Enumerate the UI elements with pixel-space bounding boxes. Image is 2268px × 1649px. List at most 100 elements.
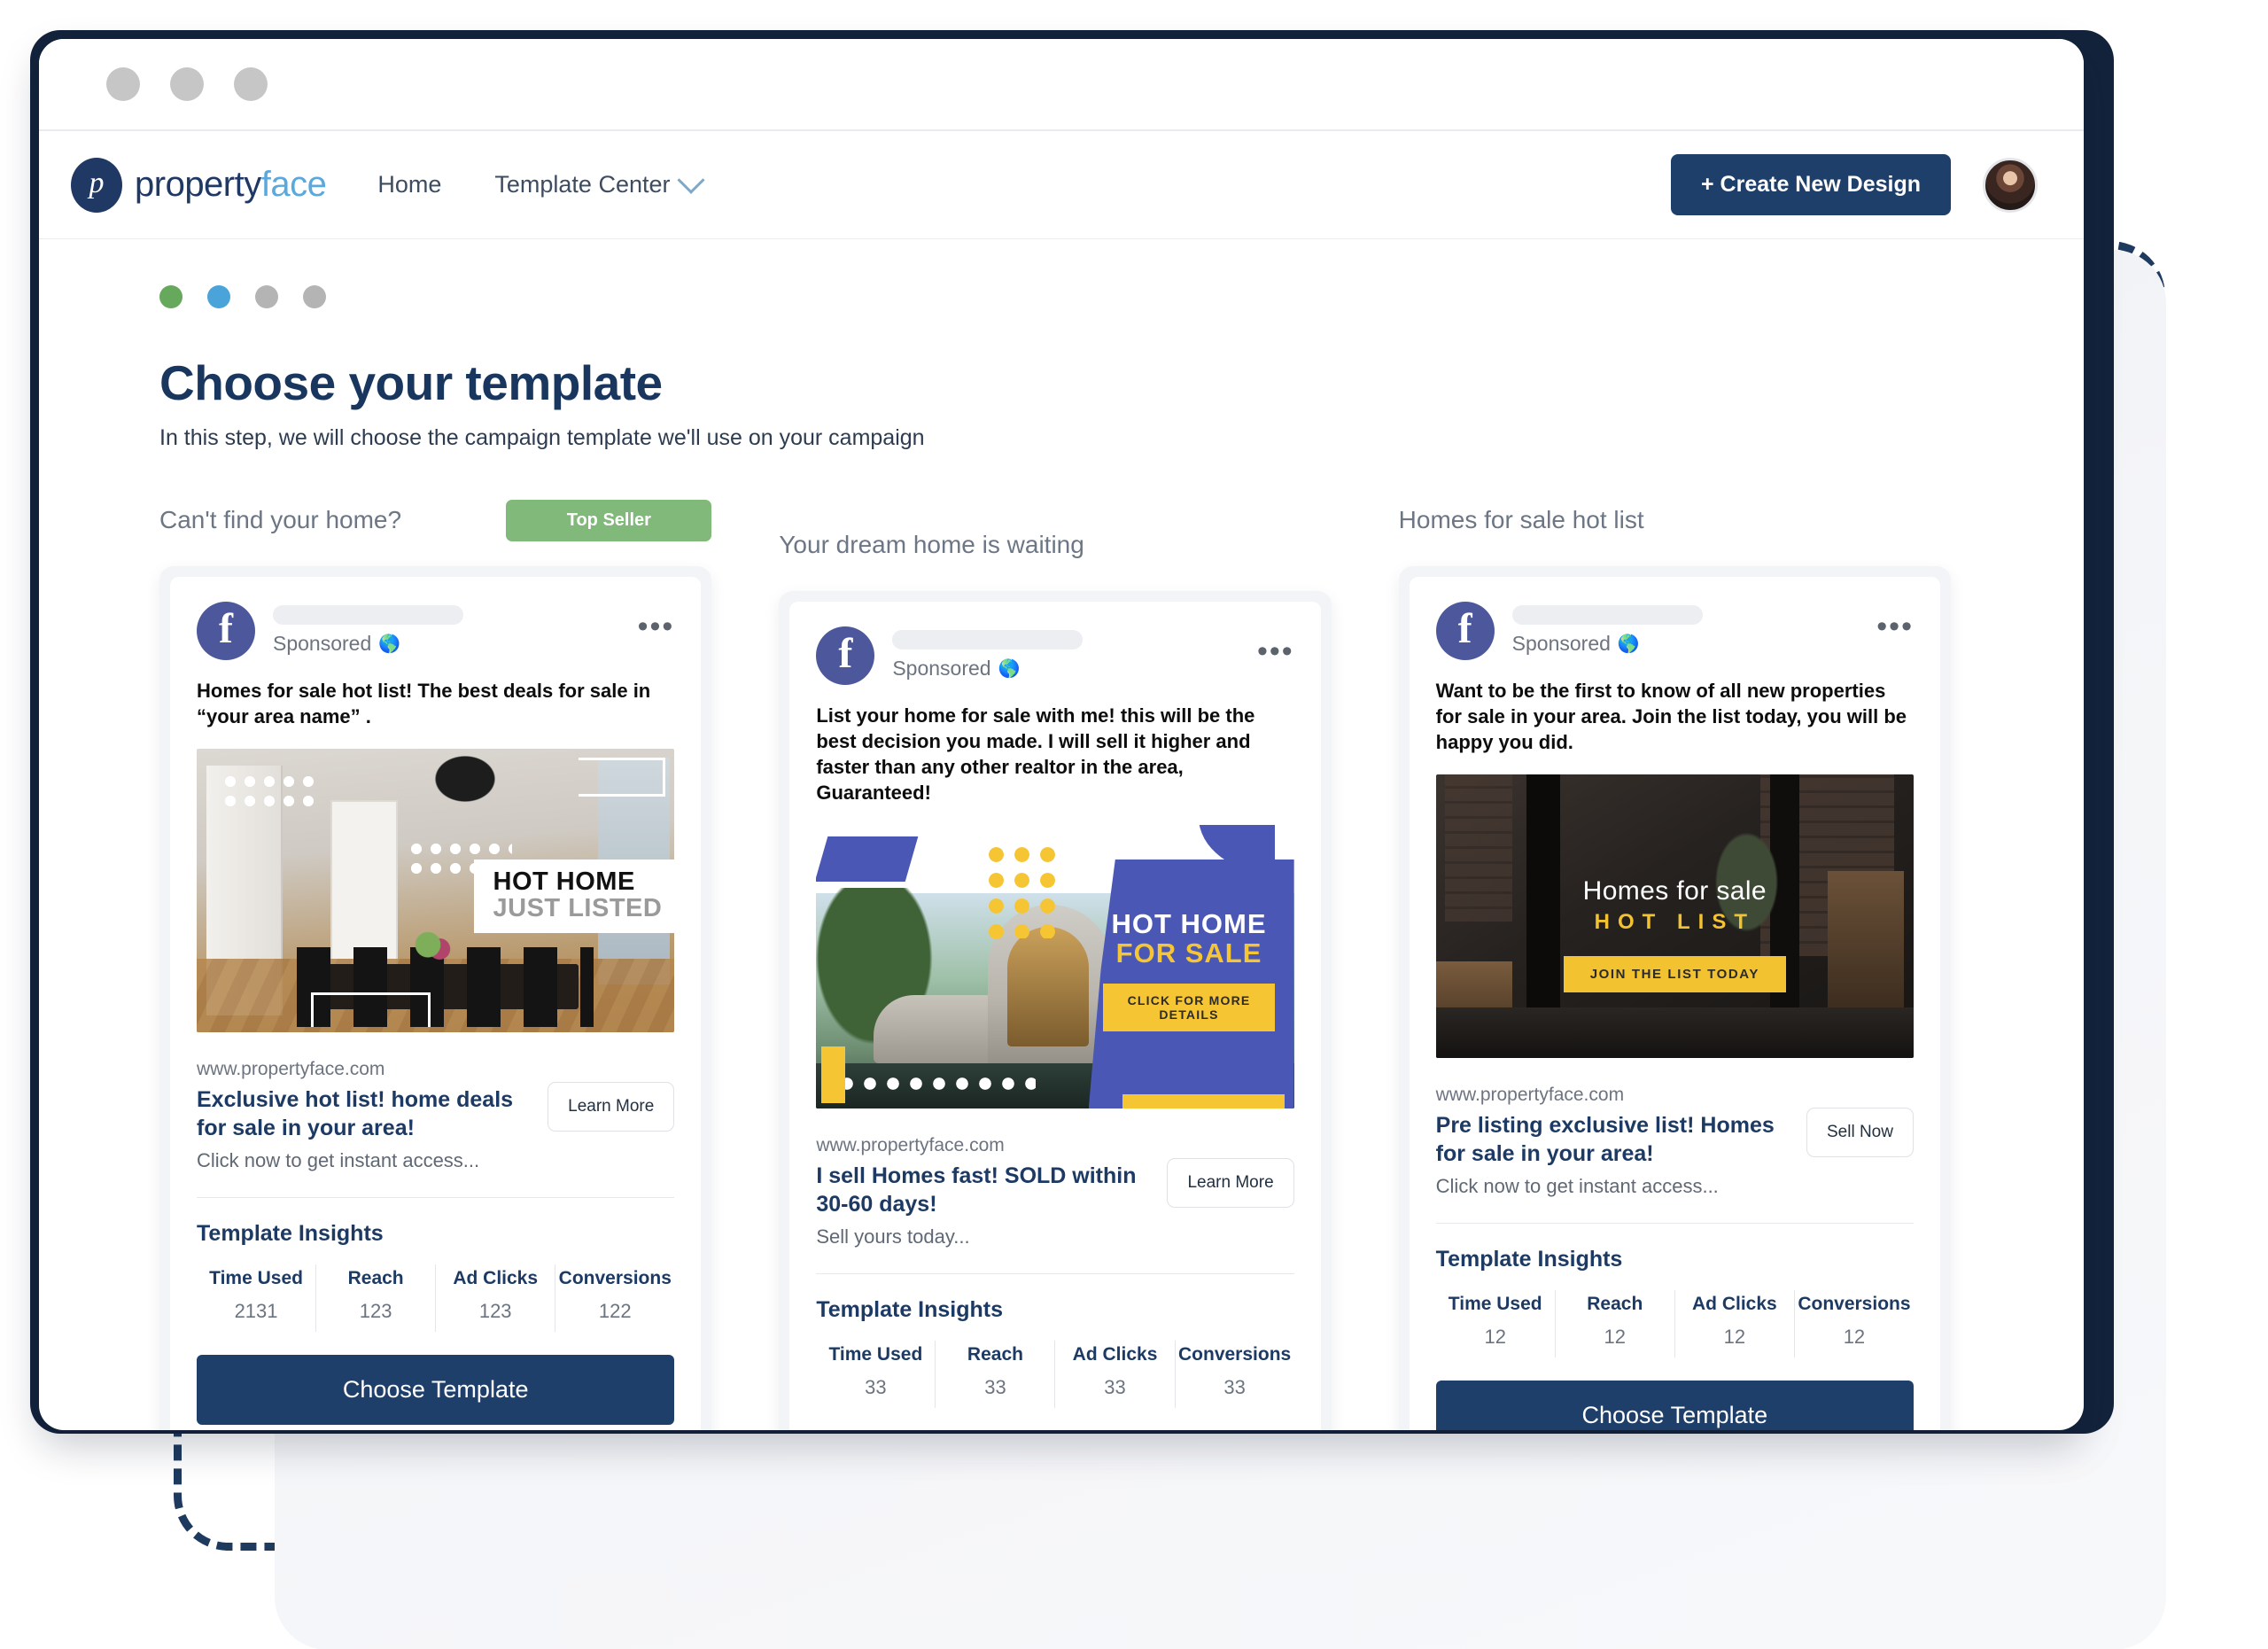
ad-creative-1: HOT HOME JUST LISTED — [197, 749, 675, 1033]
window-maximize-dot[interactable] — [170, 67, 204, 101]
window-minimize-dot[interactable] — [106, 67, 140, 101]
stat-key-time-used-2: Time Used — [828, 1344, 923, 1365]
choose-template-button-1[interactable]: Choose Template — [197, 1355, 675, 1426]
stat-value-ad-clicks-1: 123 — [478, 1300, 512, 1323]
creative1-dotgrid-a — [220, 771, 316, 809]
window-close-dot[interactable] — [234, 67, 268, 101]
logo-mark-icon: p — [71, 157, 122, 213]
ad-linkblock-1: www.propertyface.com Exclusive hot list!… — [197, 1059, 675, 1172]
creative1-line1: HOT HOME — [493, 867, 635, 896]
ad-header-3: f Sponsored 🌎 ••• — [1435, 602, 1914, 660]
creative1-chandelier — [416, 754, 515, 817]
step-dot-1[interactable] — [159, 285, 183, 308]
creative3-label: Homes for sale HOT LIST JOIN THE LIST TO… — [1436, 876, 1914, 993]
stat-reach-1: Reach 123 — [315, 1264, 435, 1333]
nav-item-home[interactable]: Home — [377, 171, 441, 198]
template-column-2: Your dream home is waiting f Sponsored 🌎… — [779, 522, 1332, 1430]
creative2-cta-overlay[interactable]: CLICK FOR MORE DETAILS — [1102, 984, 1276, 1032]
step-indicator — [159, 285, 2084, 308]
creative2-blue-parallelogram — [816, 836, 919, 883]
column-title-1: Can't find your home? — [159, 506, 402, 533]
brand-logo[interactable]: p propertyface — [71, 157, 327, 213]
insights-stats-1: Time Used 2131 Reach 123 Ad Clicks 123 C… — [197, 1264, 674, 1333]
stat-conversions-1: Conversions 122 — [555, 1264, 674, 1333]
template-card-1[interactable]: f Sponsored 🌎 ••• Homes for sale hot lis… — [159, 566, 712, 1430]
creative3-cta-overlay[interactable]: JOIN THE LIST TODAY — [1563, 956, 1786, 993]
stat-value-ad-clicks-3: 12 — [1723, 1326, 1746, 1349]
sponsored-label-2: Sponsored 🌎 — [892, 657, 1239, 681]
ad-copy-1: Homes for sale hot list! The best deals … — [197, 680, 651, 728]
ad-cta-button-2[interactable]: Learn More — [1167, 1158, 1294, 1209]
user-avatar[interactable] — [1983, 157, 2038, 213]
step-dot-4[interactable] — [303, 285, 326, 308]
sponsored-text-3: Sponsored — [1511, 632, 1611, 655]
chevron-down-icon — [676, 166, 705, 194]
browser-window: p propertyface Home Template Center + Cr… — [39, 39, 2084, 1430]
ad-creative-3: Homes for sale HOT LIST JOIN THE LIST TO… — [1435, 774, 1914, 1059]
stat-value-reach-2: 33 — [984, 1376, 1006, 1399]
creative2-yellow-strip — [820, 1046, 845, 1103]
more-options-icon[interactable]: ••• — [638, 602, 675, 642]
stat-value-reach-1: 123 — [359, 1300, 392, 1323]
stat-value-conversions-2: 33 — [1223, 1376, 1246, 1399]
stat-value-time-used-1: 2131 — [234, 1300, 278, 1323]
stat-key-ad-clicks-3: Ad Clicks — [1692, 1294, 1777, 1315]
ad-url-3: www.propertyface.com — [1435, 1085, 1625, 1106]
page-name-placeholder — [273, 605, 463, 625]
stat-time-used-2: Time Used 33 — [816, 1341, 935, 1408]
step-dot-3[interactable] — [255, 285, 278, 308]
ad-linkblock-2: www.propertyface.com I sell Homes fast! … — [816, 1135, 1294, 1248]
column-title-2: Your dream home is waiting — [779, 531, 1084, 558]
app-navbar: p propertyface Home Template Center + Cr… — [39, 131, 2084, 239]
navbar-right: + Create New Design — [1670, 154, 2038, 215]
sponsored-text-1: Sponsored — [273, 632, 372, 655]
insights-stats-3: Time Used 12 Reach 12 Ad Clicks 12 Conve… — [1436, 1290, 1914, 1358]
brand-word-property: property — [135, 165, 261, 204]
step-dot-2[interactable] — [207, 285, 230, 308]
sponsored-label-3: Sponsored 🌎 — [1512, 632, 1860, 656]
creative2-glass-facade — [1007, 927, 1089, 1046]
creative3-floor — [1435, 1007, 1914, 1059]
ad-headline-2: I sell Homes fast! SOLD within 30-60 day… — [816, 1163, 1137, 1217]
stat-key-reach-3: Reach — [1587, 1294, 1643, 1315]
facebook-icon: f — [816, 626, 875, 685]
creative1-flowers — [407, 927, 461, 970]
create-new-design-button[interactable]: + Create New Design — [1670, 154, 1951, 215]
template-column-3: Homes for sale hot list f Sponsored 🌎 ••… — [1398, 497, 1951, 1430]
template-card-2[interactable]: f Sponsored 🌎 ••• List your home for sal… — [779, 591, 1332, 1430]
insights-title-3: Template Insights — [1435, 1247, 1623, 1272]
template-card-3[interactable]: f Sponsored 🌎 ••• Want to be the first t… — [1398, 566, 1951, 1430]
ad-copy-2: List your home for sale with me! this wi… — [816, 704, 1255, 805]
page-title: Choose your template — [159, 355, 663, 410]
column-header-1: Can't find your home? Top Seller — [159, 497, 712, 543]
stat-ad-clicks-3: Ad Clicks 12 — [1674, 1290, 1794, 1358]
page-name-placeholder — [1511, 605, 1703, 625]
ad-cta-button-1[interactable]: Learn More — [548, 1082, 675, 1132]
template-grid: Can't find your home? Top Seller f Spons… — [159, 497, 2084, 1430]
creative1-frame-bottomleft — [311, 992, 431, 1027]
creative2-line1: HOT HOME — [1111, 908, 1267, 940]
ad-copy-3: Want to be the first to know of all new … — [1435, 680, 1907, 754]
choose-template-button-3[interactable]: Choose Template — [1435, 1381, 1914, 1430]
top-seller-badge: Top Seller — [506, 499, 712, 541]
more-options-icon[interactable]: ••• — [1257, 626, 1294, 666]
divider-2 — [816, 1273, 1294, 1275]
nav-links: Home Template Center — [377, 166, 705, 198]
ad-linktext-2: www.propertyface.com I sell Homes fast! … — [816, 1135, 1151, 1248]
ad-headline-1: Exclusive hot list! home deals for sale … — [197, 1087, 514, 1141]
globe-icon: 🌎 — [998, 659, 1021, 679]
creative3-line1: Homes for sale — [1582, 876, 1767, 906]
nav-item-template-center[interactable]: Template Center — [494, 166, 705, 198]
page-name-placeholder — [892, 630, 1084, 649]
stat-value-time-used-2: 33 — [865, 1376, 887, 1399]
stat-key-time-used-3: Time Used — [1448, 1294, 1542, 1315]
ad-cta-button-3[interactable]: Sell Now — [1806, 1108, 1914, 1158]
page-subtitle: In this step, we will choose the campaig… — [159, 425, 925, 450]
stat-key-conversions-1: Conversions — [558, 1268, 672, 1289]
stat-key-reach-2: Reach — [967, 1344, 1023, 1365]
more-options-icon[interactable]: ••• — [1876, 602, 1914, 642]
stat-reach-2: Reach 33 — [935, 1341, 1054, 1409]
stat-key-ad-clicks-1: Ad Clicks — [453, 1268, 539, 1289]
page-body: Choose your template In this step, we wi… — [39, 239, 2084, 1430]
globe-icon: 🌎 — [378, 634, 401, 654]
